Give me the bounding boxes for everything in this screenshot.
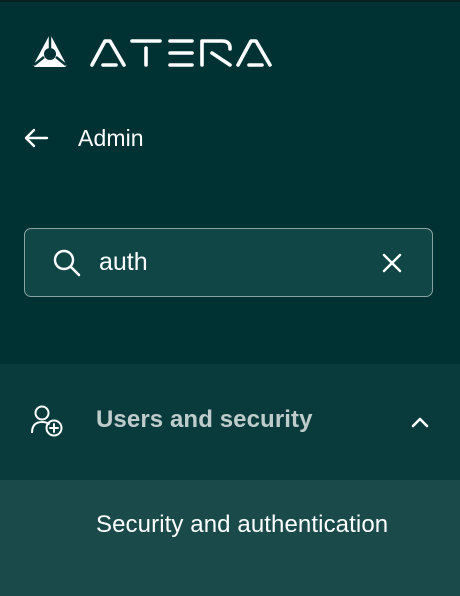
top-border <box>0 0 460 2</box>
nav-item-security-and-authentication[interactable]: Security and authentication <box>0 480 460 596</box>
atera-logo[interactable] <box>30 30 290 70</box>
search-input[interactable] <box>99 248 369 277</box>
search-icon <box>51 247 83 279</box>
search-box[interactable] <box>24 228 433 297</box>
close-icon[interactable] <box>378 249 406 277</box>
arrow-left-icon[interactable] <box>20 122 52 154</box>
nav-section-users-and-security[interactable]: Users and security <box>0 364 460 480</box>
user-add-icon <box>30 404 64 438</box>
atera-logo-icon <box>33 34 272 67</box>
nav-item-label: Security and authentication <box>96 511 389 538</box>
back-to-admin[interactable]: Admin <box>20 118 144 158</box>
admin-title: Admin <box>78 124 144 151</box>
chevron-up-icon[interactable] <box>408 412 432 432</box>
nav-section-label: Users and security <box>96 406 313 433</box>
